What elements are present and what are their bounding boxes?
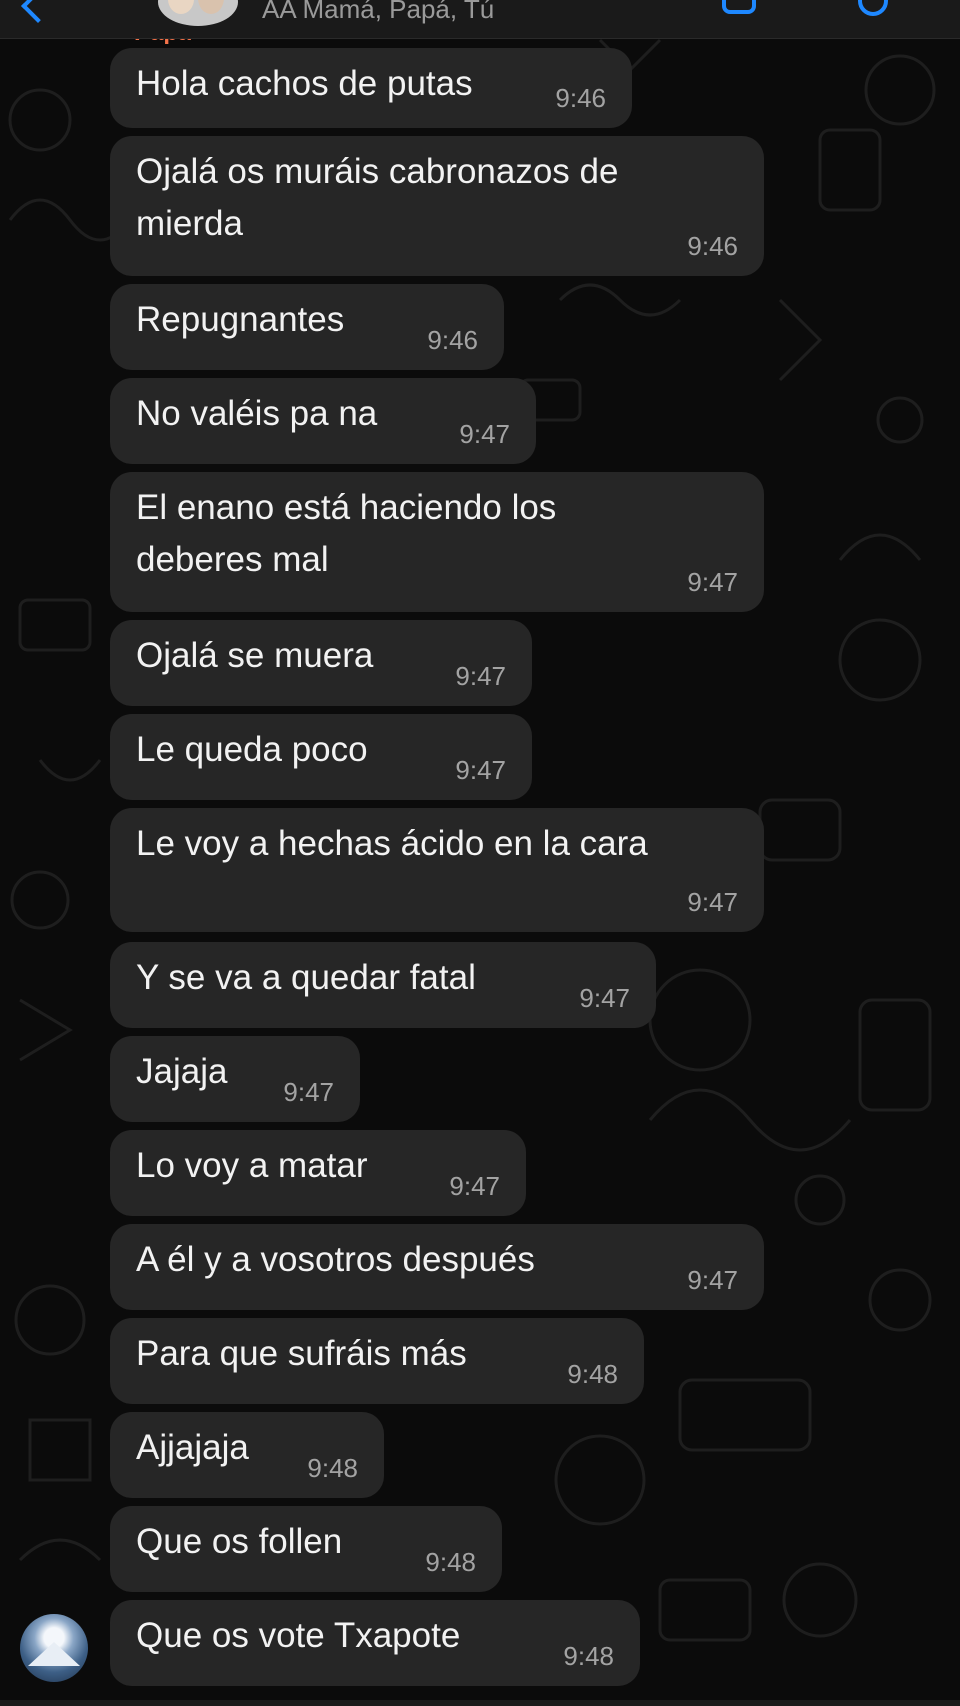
message-time: 9:47 (687, 567, 738, 597)
group-avatar[interactable] (158, 0, 238, 26)
message-text: Lo voy a matar (136, 1146, 368, 1185)
message-time: 9:48 (563, 1641, 614, 1671)
message-time: 9:46 (687, 231, 738, 261)
message-time: 9:48 (567, 1359, 618, 1389)
avatar-person (168, 0, 194, 14)
group-members[interactable]: AA Mamá, Papá, Tú (262, 0, 494, 25)
message-time: 9:47 (687, 887, 738, 917)
message-time: 9:46 (555, 83, 606, 113)
back-chevron-icon[interactable] (21, 0, 55, 23)
message-text: Que os vote Txapote (136, 1616, 461, 1655)
message-text: Hola cachos de putas (136, 64, 473, 103)
message-bubble[interactable]: Ajjajaja 9:48 (110, 1412, 384, 1498)
message-bubble[interactable]: El enano está haciendo los deberes mal 9… (110, 472, 764, 612)
message-time: 9:47 (283, 1077, 334, 1107)
message-text: El enano está haciendo los deberes mal (136, 488, 557, 579)
message-bubble[interactable]: Que os vote Txapote 9:48 (110, 1600, 640, 1686)
message-bubble[interactable]: Le voy a hechas ácido en la cara 9:47 (110, 808, 764, 932)
message-bubble[interactable]: No valéis pa na 9:47 (110, 378, 536, 464)
message-time: 9:47 (579, 983, 630, 1013)
mountain-icon (28, 1642, 80, 1666)
message-bubble[interactable]: Jajaja 9:47 (110, 1036, 360, 1122)
message-bubble[interactable]: Le queda poco 9:47 (110, 714, 532, 800)
message-bubble[interactable]: Ojalá se muera 9:47 (110, 620, 532, 706)
message-text: Le queda poco (136, 730, 368, 769)
message-text: Ojalá os muráis cabronazos de mierda (136, 152, 619, 243)
message-time: 9:47 (449, 1171, 500, 1201)
message-text: Y se va a quedar fatal (136, 958, 476, 997)
sender-avatar[interactable] (20, 1614, 88, 1682)
message-time: 9:47 (687, 1265, 738, 1295)
message-bubble[interactable]: Ojalá os muráis cabronazos de mierda 9:4… (110, 136, 764, 276)
message-time: 9:47 (455, 755, 506, 785)
chat-header: AA Mamá, Papá, Tú (0, 0, 960, 39)
message-bubble[interactable]: Que os follen 9:48 (110, 1506, 502, 1592)
video-call-icon[interactable] (722, 0, 756, 14)
voice-call-icon[interactable] (858, 0, 888, 16)
message-time: 9:47 (459, 419, 510, 449)
message-bubble[interactable]: Lo voy a matar 9:47 (110, 1130, 526, 1216)
message-text: Para que sufráis más (136, 1334, 467, 1373)
message-time: 9:48 (425, 1547, 476, 1577)
message-list: Hola cachos de putas 9:46 Ojalá os murái… (0, 0, 960, 1706)
message-text: A él y a vosotros después (136, 1240, 535, 1279)
message-bubble[interactable]: Y se va a quedar fatal 9:47 (110, 942, 656, 1028)
message-text: Le voy a hechas ácido en la cara (136, 824, 648, 863)
message-time: 9:46 (427, 325, 478, 355)
message-time: 9:48 (307, 1453, 358, 1483)
message-bubble[interactable]: Para que sufráis más 9:48 (110, 1318, 644, 1404)
message-bubble[interactable]: Hola cachos de putas 9:46 (110, 48, 632, 128)
message-text: Ojalá se muera (136, 636, 374, 675)
message-time: 9:47 (455, 661, 506, 691)
avatar-person (198, 0, 224, 14)
bottom-bar (0, 1700, 960, 1706)
message-text: No valéis pa na (136, 394, 378, 433)
message-bubble[interactable]: A él y a vosotros después 9:47 (110, 1224, 764, 1310)
message-bubble[interactable]: Repugnantes 9:46 (110, 284, 504, 370)
